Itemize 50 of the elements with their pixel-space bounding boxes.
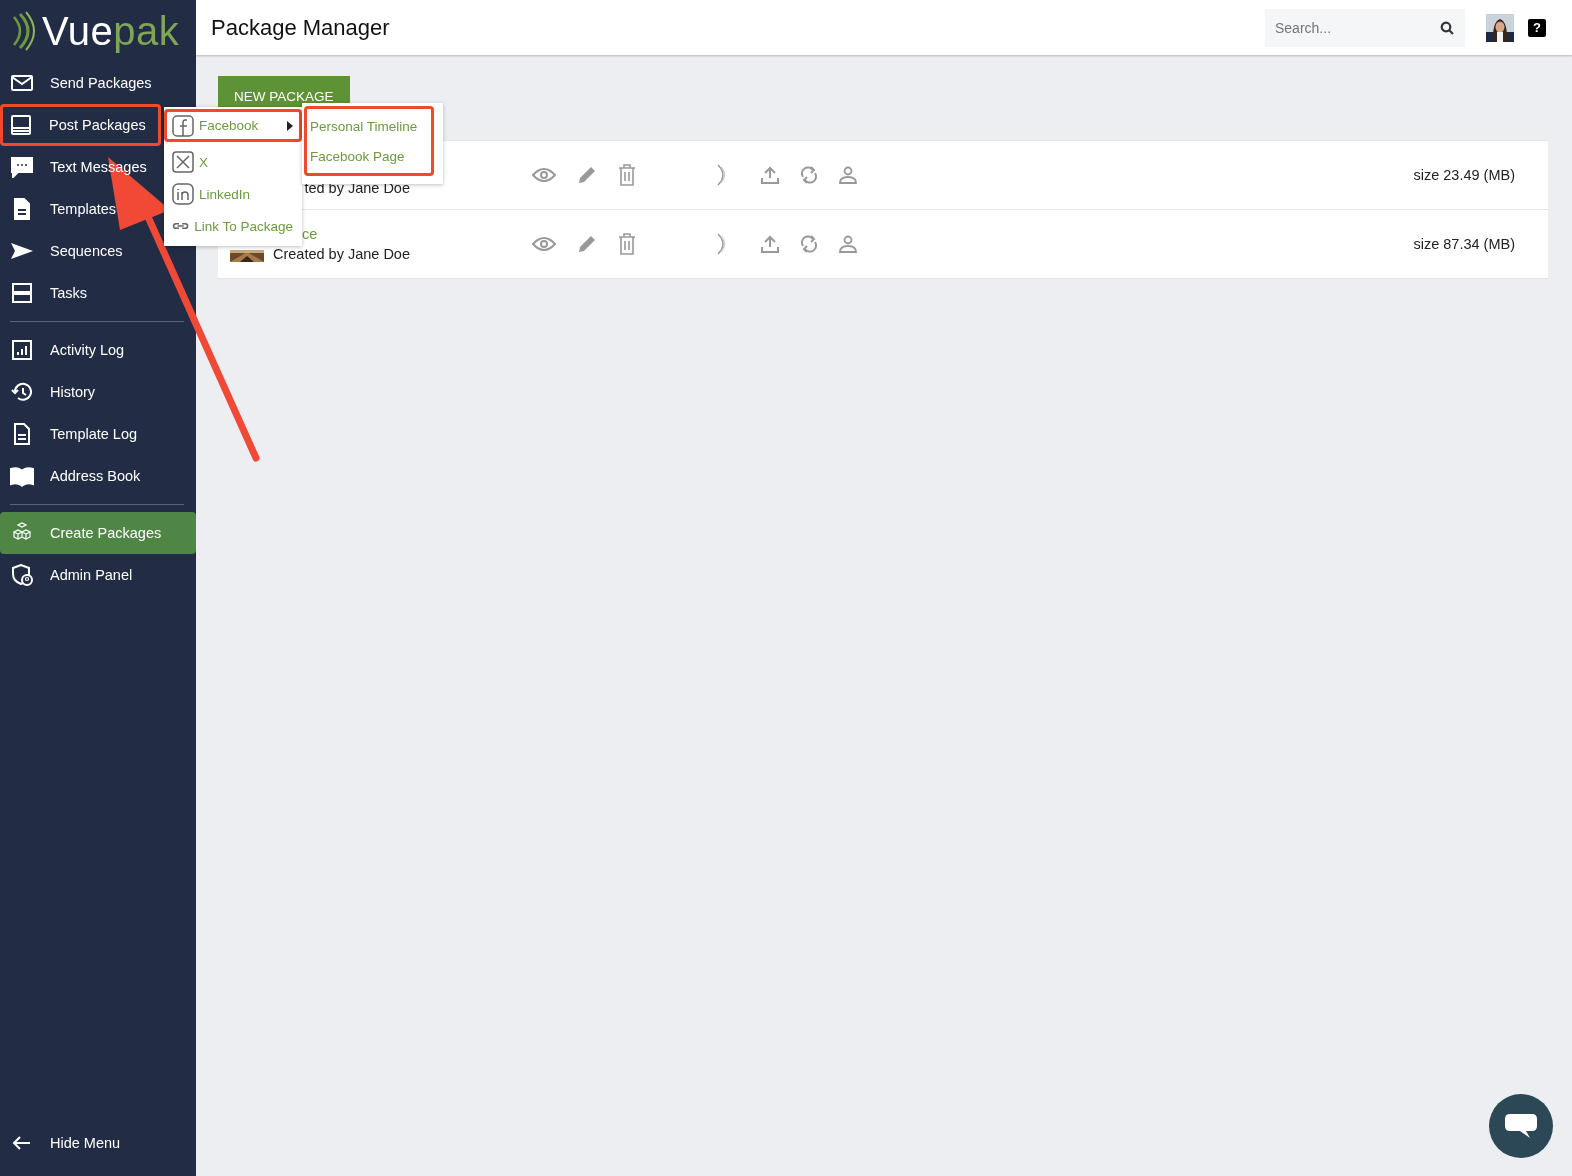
logo-icon <box>10 11 38 51</box>
nav-icon <box>10 564 34 586</box>
refresh-icon[interactable] <box>800 234 818 254</box>
person-icon[interactable] <box>839 235 857 253</box>
pencil-icon[interactable] <box>577 165 597 185</box>
sidebar-item[interactable]: Post Packages <box>0 104 161 146</box>
linkedin-icon <box>172 183 194 205</box>
arc-icon[interactable] <box>716 233 728 255</box>
nav-icon <box>10 465 34 487</box>
search-icon <box>1440 20 1454 35</box>
nav-icon <box>10 282 34 304</box>
nav-icon <box>10 339 34 361</box>
sidebar-item[interactable]: Send Packages <box>0 62 161 104</box>
caret-icon <box>287 120 293 131</box>
sidebar-item[interactable]: History <box>0 371 161 413</box>
x-icon <box>172 151 194 173</box>
nav-icon <box>10 240 34 262</box>
nav-icon <box>10 381 34 403</box>
sidebar-item[interactable]: Sequences <box>0 230 161 272</box>
page-title: Package Manager <box>211 14 391 41</box>
size-text: size 87.34 (MB) <box>1413 236 1515 252</box>
sidebar-item[interactable]: Admin Panel <box>0 554 161 596</box>
sidebar-item[interactable]: Address Book <box>0 455 161 497</box>
nav-icon <box>9 114 33 136</box>
nav-icon <box>10 156 34 178</box>
trash-icon[interactable] <box>618 233 636 255</box>
search-field[interactable]: Search... <box>1265 8 1465 47</box>
hide-menu-button[interactable]: Hide Menu <box>0 1122 161 1164</box>
facebook-icon <box>172 114 194 137</box>
upload-icon[interactable] <box>761 166 779 184</box>
sidebar-item[interactable]: Template Log <box>0 413 161 455</box>
nav-icon <box>10 72 34 94</box>
sidebar-item[interactable]: Create Packages <box>0 512 196 554</box>
sidebar-item[interactable]: Templates <box>0 188 161 230</box>
logo-text: Vuepak <box>42 8 180 54</box>
person-icon[interactable] <box>839 166 857 184</box>
sidebar-item[interactable]: Activity Log <box>0 329 161 371</box>
chat-icon <box>1504 1113 1538 1139</box>
upload-icon[interactable] <box>761 235 779 253</box>
link-icon <box>172 221 190 231</box>
trash-icon[interactable] <box>618 164 636 186</box>
creator-text: Created by Jane Doe <box>272 246 410 262</box>
eye-icon[interactable] <box>532 236 556 252</box>
sidebar-item[interactable]: Tasks <box>0 272 161 314</box>
size-text: size 23.49 (MB) <box>1413 167 1515 183</box>
eye-icon[interactable] <box>532 167 556 183</box>
refresh-icon[interactable] <box>800 165 818 185</box>
help-button[interactable]: ? <box>1528 18 1546 37</box>
pencil-icon[interactable] <box>577 234 597 254</box>
arc-icon[interactable] <box>716 164 728 186</box>
